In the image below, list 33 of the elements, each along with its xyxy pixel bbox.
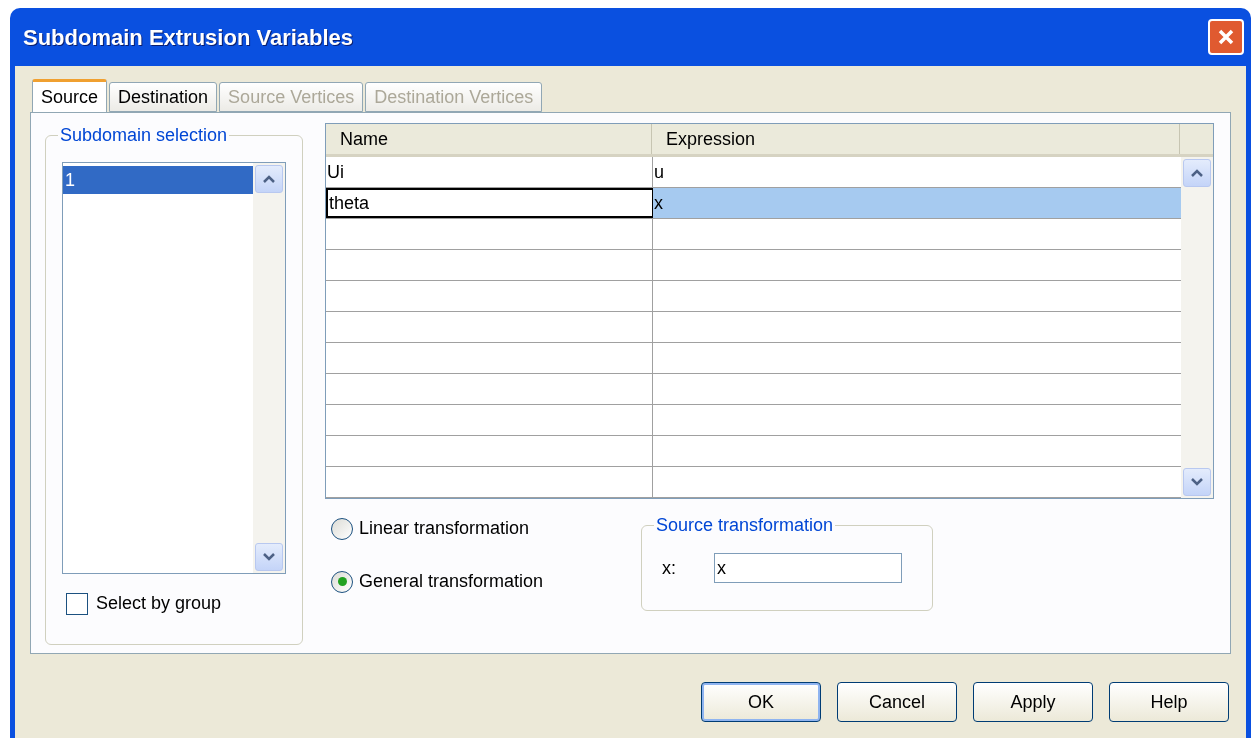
chevron-up-icon: [262, 174, 276, 184]
dialog-button[interactable]: Apply: [973, 682, 1093, 722]
list-item[interactable]: 1: [63, 166, 253, 194]
column-header[interactable]: Expression: [652, 124, 1180, 154]
radio-label: Linear transformation: [359, 517, 530, 540]
checkbox[interactable]: [66, 592, 88, 615]
tab[interactable]: Source: [32, 79, 108, 113]
scroll-up-button[interactable]: [255, 165, 283, 193]
close-icon: [1217, 28, 1235, 46]
column-header[interactable]: Name: [326, 124, 652, 154]
tab[interactable]: Destination: [109, 82, 218, 112]
input-field[interactable]: x: [714, 553, 902, 583]
radio-button[interactable]: [331, 517, 353, 540]
radio-label: General transformation: [359, 570, 544, 593]
scrollbar[interactable]: [1181, 157, 1213, 498]
chevron-down-icon: [262, 552, 276, 562]
chevron-up-icon: [1190, 168, 1204, 178]
scrollbar[interactable]: [253, 163, 285, 573]
table-cell[interactable]: theta: [326, 188, 653, 218]
subdomain-list[interactable]: 1: [62, 162, 286, 574]
checkbox-label: Select by group: [96, 592, 222, 615]
chevron-down-icon: [1190, 477, 1204, 487]
table-cell[interactable]: x: [653, 188, 1181, 218]
scroll-down-button[interactable]: [1183, 468, 1211, 496]
scroll-up-button[interactable]: [1183, 159, 1211, 187]
dialog-button[interactable]: Cancel: [837, 682, 957, 722]
field-label: x:: [662, 556, 676, 580]
close-button[interactable]: [1208, 19, 1244, 55]
dialog-button[interactable]: OK: [701, 682, 821, 722]
radio-button[interactable]: [331, 570, 353, 593]
dialog-button[interactable]: Help: [1109, 682, 1229, 722]
scroll-down-button[interactable]: [255, 543, 283, 571]
window-title: Subdomain Extrusion Variables: [23, 23, 354, 52]
